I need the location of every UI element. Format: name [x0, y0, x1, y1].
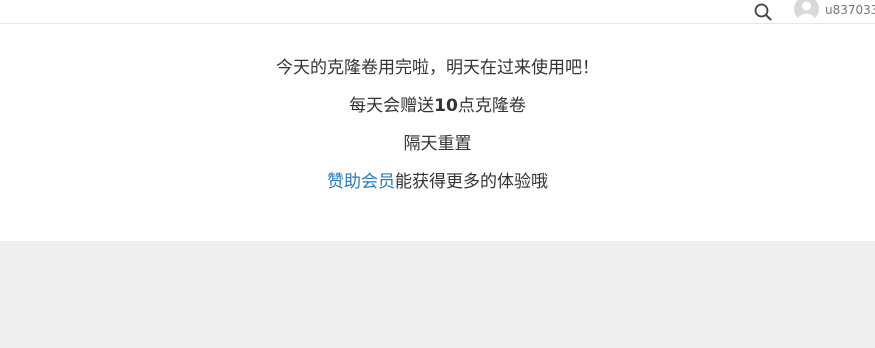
avatar[interactable]	[794, 0, 819, 22]
notice-daily-gift: 每天会赠送10点克隆卷	[0, 95, 875, 117]
notice-reset: 隔天重置	[403, 134, 472, 154]
daily-gift-prefix: 每天会赠送	[349, 96, 435, 116]
notice-sponsor: 赞助会员能获得更多的体验哦	[0, 171, 875, 193]
username[interactable]: u837033	[825, 3, 875, 17]
daily-gift-suffix: 点克隆卷	[457, 96, 526, 116]
notice-panel: 今天的克隆卷用完啦，明天在过来使用吧！ 每天会赠送10点克隆卷 隔天重置 赞助会…	[0, 24, 875, 241]
daily-gift-amount: 10	[434, 96, 458, 116]
default-user-avatar-icon	[794, 0, 819, 22]
notice-out-of-coupons: 今天的克隆卷用完啦，明天在过来使用吧！	[276, 58, 599, 78]
sponsor-member-link[interactable]: 赞助会员	[327, 172, 395, 192]
search-button[interactable]	[753, 2, 773, 22]
sponsor-benefit-text: 能获得更多的体验哦	[395, 172, 548, 192]
top-bar: u837033	[0, 0, 875, 24]
search-icon	[754, 3, 772, 21]
